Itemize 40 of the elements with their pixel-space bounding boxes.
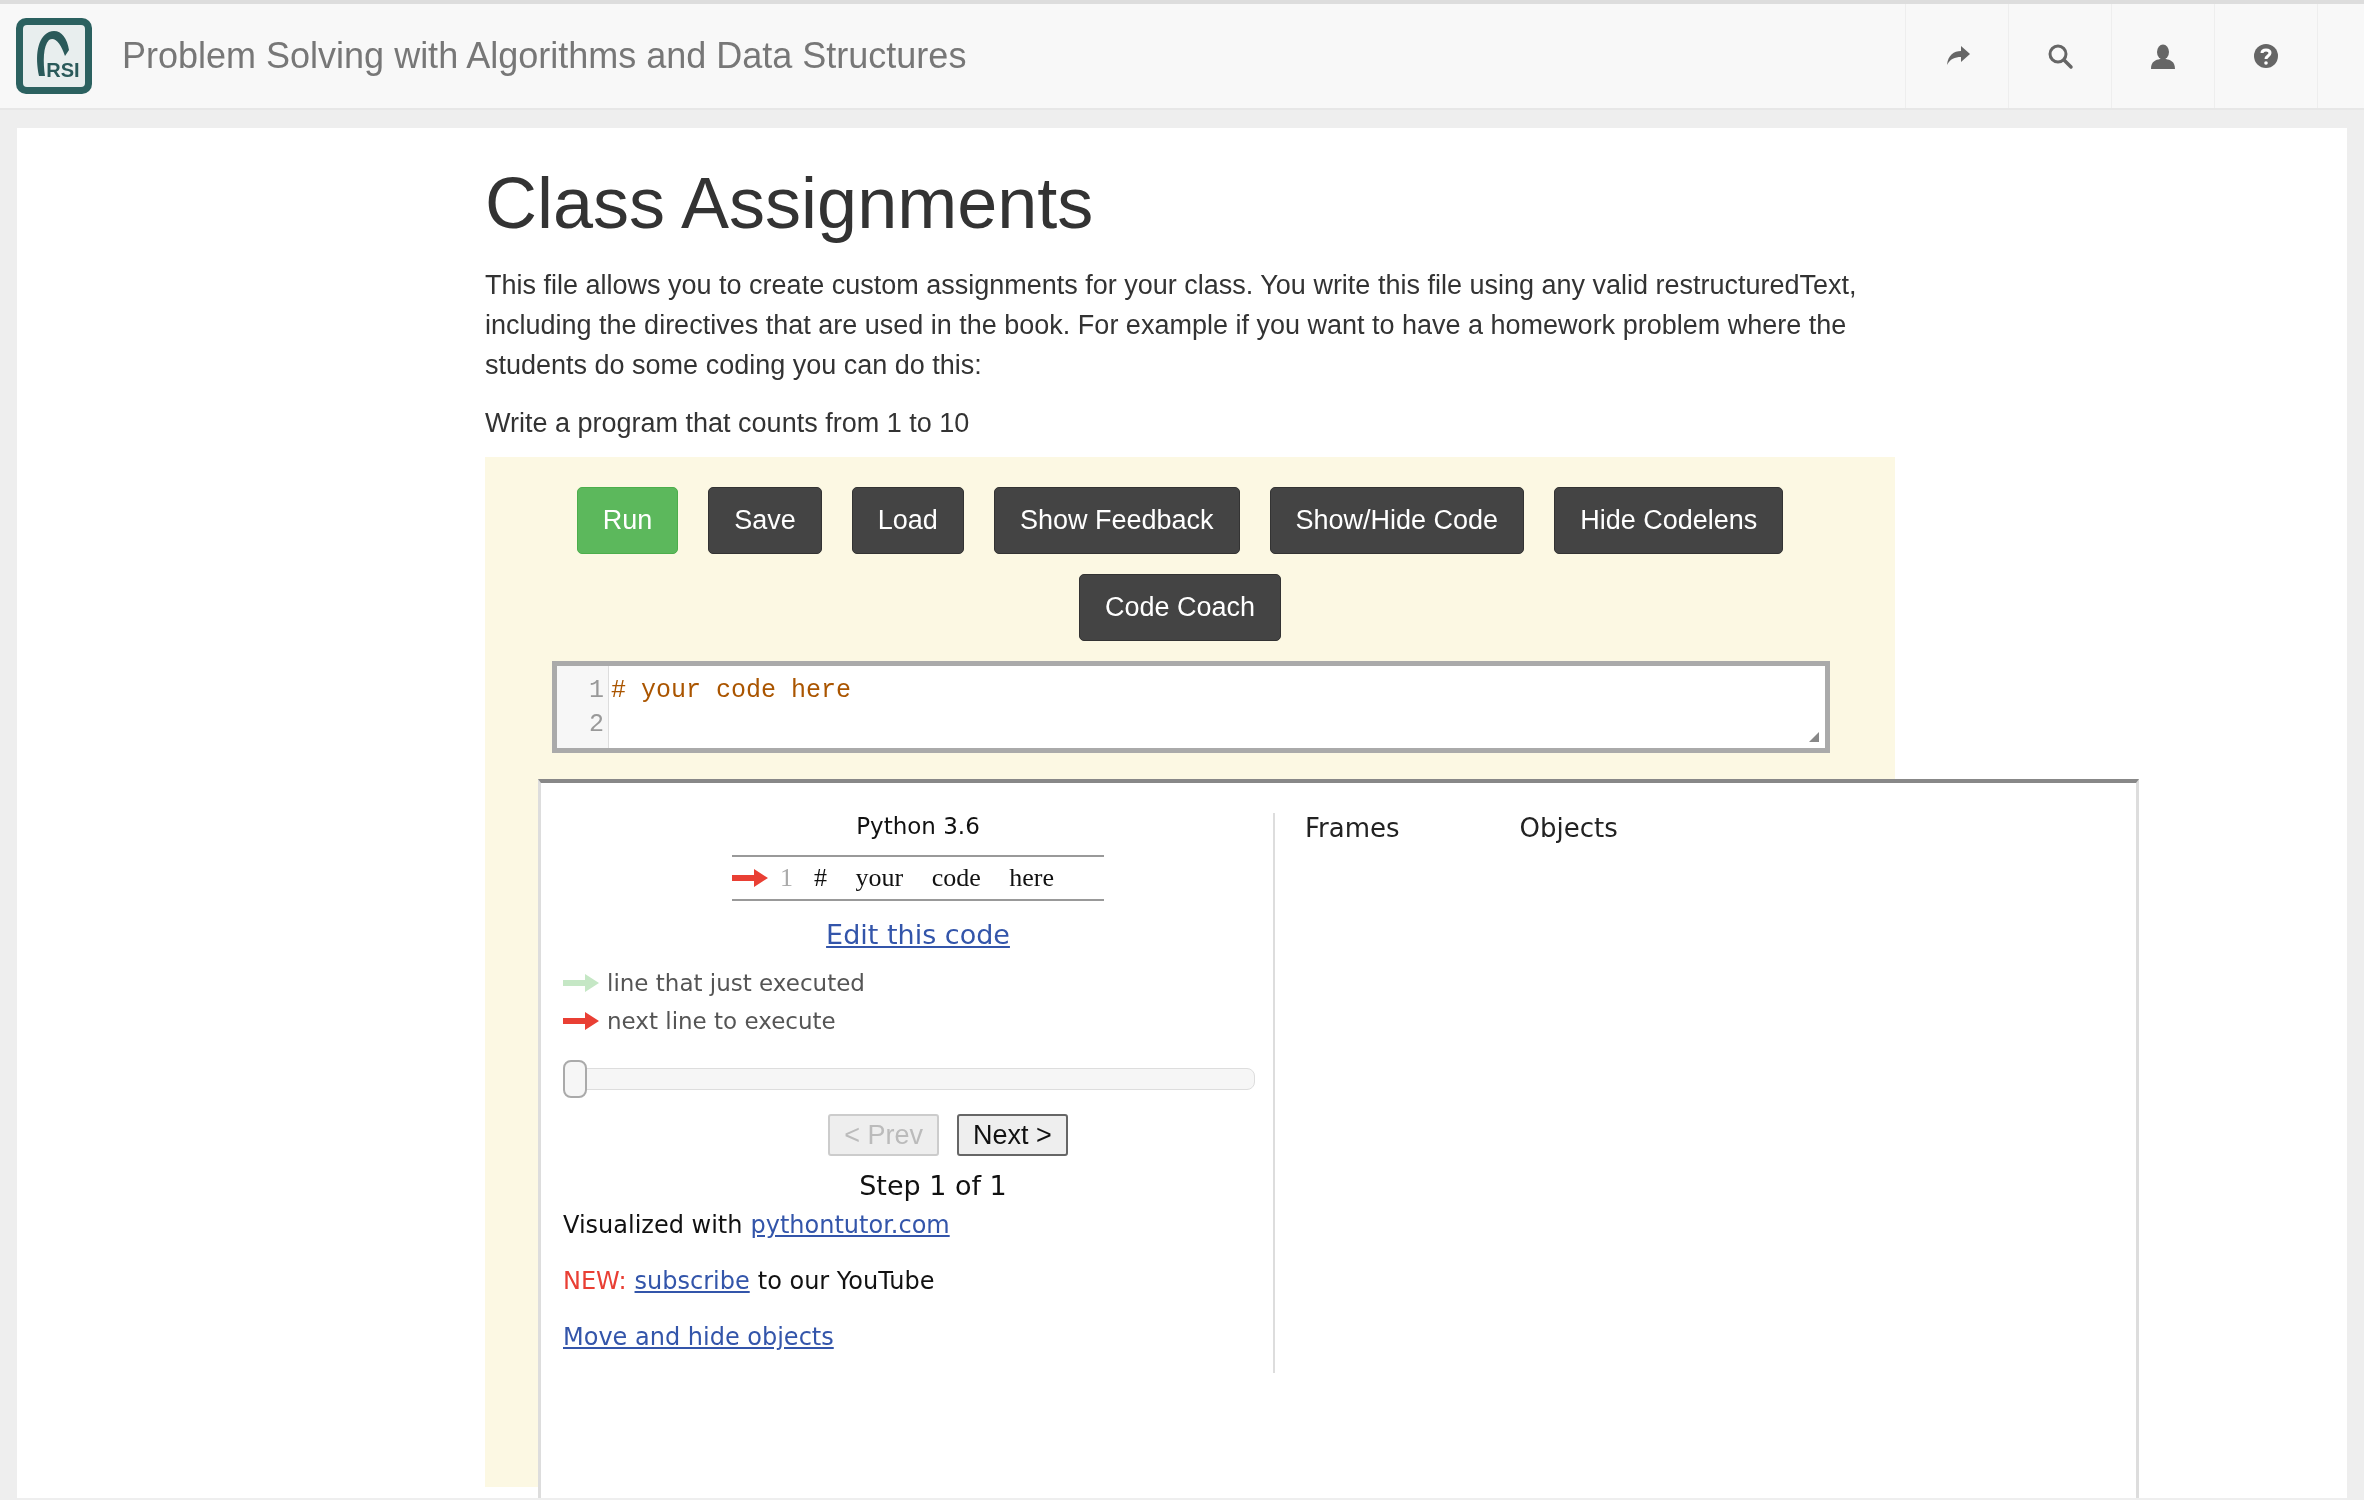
language-label: Python 3.6 (855, 813, 981, 840)
step-counter: Step 1 of 1 (858, 1170, 1008, 1202)
legend-text: line that just executed (607, 970, 865, 997)
search-icon[interactable] (2046, 42, 2074, 70)
subscribe-link[interactable]: subscribe (634, 1267, 750, 1296)
code-editor[interactable]: 1 2 # your code here (552, 661, 1830, 754)
page-heading: Class Assignments (485, 164, 1095, 244)
code-line: # your code here (611, 676, 852, 706)
news-text: to our YouTube (757, 1267, 935, 1296)
next-button[interactable]: Next > (957, 1114, 1068, 1157)
toolbar-button[interactable]: Hide Codelens (1554, 487, 1784, 555)
code-line: # your code here (814, 863, 1054, 894)
new-label: NEW: (563, 1267, 627, 1296)
column-header: Objects (1519, 813, 1618, 844)
credit-text: Visualized with (563, 1211, 743, 1240)
pythontutor-link[interactable]: pythontutor.com (750, 1211, 950, 1240)
line-number: 1 (780, 863, 794, 894)
line-number: 2 (588, 709, 604, 742)
help-icon[interactable] (2252, 42, 2280, 70)
toolbar-button[interactable]: Show Feedback (993, 487, 1240, 555)
step-slider[interactable] (563, 1060, 1255, 1099)
arrow-icon (563, 1012, 599, 1031)
edit-code-link[interactable]: Edit this code (826, 919, 1010, 951)
arrow-icon (732, 869, 768, 888)
resize-handle-icon[interactable] (1809, 732, 1819, 743)
legend-text: next line to execute (607, 1008, 836, 1035)
toolbar-button[interactable]: Show/Hide Code (1269, 487, 1525, 555)
logo[interactable]: RSI (16, 18, 92, 94)
toolbar-button[interactable]: Save (708, 487, 822, 555)
column-header: Frames (1305, 813, 1400, 844)
intro-paragraph: This file allows you to create custom assignments for your class. You write this file using any valid restructuredText, including the directives that are used in the book. For example if you want to have a homework problem where the students do some coding you can do this: (485, 269, 1858, 383)
toolbar-button[interactable]: Load (851, 487, 964, 555)
line-number: 1 (588, 675, 604, 708)
slider-handle[interactable] (563, 1060, 587, 1099)
user-icon[interactable] (2149, 42, 2177, 70)
toolbar-button[interactable]: Code Coach (1078, 574, 1282, 642)
arrow-icon (563, 974, 599, 993)
site-title[interactable]: Problem Solving with Algorithms and Data Structures (122, 35, 967, 77)
move-objects-link[interactable]: Move and hide objects (563, 1323, 834, 1352)
assignment-prompt: Write a program that counts from 1 to 10 (485, 407, 971, 441)
